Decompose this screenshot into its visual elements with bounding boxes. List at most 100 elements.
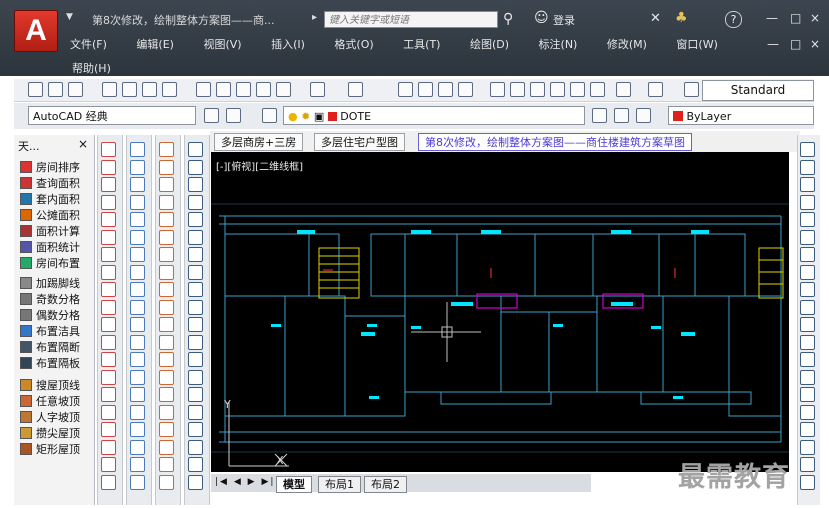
toolbar-1-tool-icon[interactable]	[101, 387, 116, 402]
side-item-partition[interactable]: 布置隔断	[20, 340, 80, 356]
tab-doc-3[interactable]: 第8次修改，绘制整体方案图——商住楼建筑方案草图	[418, 133, 692, 151]
toolbar-2-tool-icon[interactable]	[130, 194, 145, 210]
modify-tool-icon[interactable]	[800, 404, 815, 420]
next-layout-icon[interactable]: ▶	[248, 477, 257, 487]
modify-tool-icon[interactable]	[800, 352, 815, 367]
3d-dwf-icon[interactable]	[162, 82, 177, 97]
menu-modify[interactable]: 修改(M)	[607, 38, 647, 51]
workspace-icon[interactable]	[226, 108, 241, 123]
toolbar-4-tool-icon[interactable]	[188, 159, 203, 175]
toolbar-2-tool-icon[interactable]	[130, 369, 145, 385]
toolbar-3-tool-icon[interactable]	[159, 194, 174, 210]
make-current-layer-icon[interactable]	[592, 108, 607, 123]
toolbar-2-tool-icon[interactable]	[130, 317, 145, 332]
text-style-icon[interactable]	[684, 82, 699, 97]
toolbar-2-tool-icon[interactable]	[130, 422, 145, 437]
menu-view[interactable]: 视图(V)	[203, 38, 241, 51]
layer-previous-icon[interactable]	[614, 108, 629, 123]
toolbar-3-tool-icon[interactable]	[159, 212, 174, 227]
toolbar-2-tool-icon[interactable]	[130, 212, 145, 227]
toolbar-4-tool-icon[interactable]	[188, 177, 203, 192]
properties-icon[interactable]	[490, 82, 505, 97]
block-editor-icon[interactable]	[276, 82, 291, 97]
user-icon[interactable]: ☺	[534, 10, 549, 26]
modify-tool-icon[interactable]	[800, 317, 815, 332]
copy-icon[interactable]	[216, 82, 231, 97]
match-properties-icon[interactable]	[256, 82, 271, 97]
menu-window[interactable]: 窗口(W)	[676, 38, 717, 51]
toolbar-1-tool-icon[interactable]	[101, 317, 116, 332]
layer-select[interactable]: ● ✹ ▣ DOTE	[283, 106, 585, 125]
panel-close-button[interactable]: ×	[78, 137, 88, 151]
maximize-button[interactable]: □	[790, 11, 801, 25]
side-item-pyramid-roof[interactable]: 攒尖屋顶	[20, 426, 80, 442]
modify-tool-icon[interactable]	[800, 264, 815, 280]
markup-icon[interactable]	[570, 82, 585, 97]
toolbar-4-tool-icon[interactable]	[188, 439, 203, 455]
minimize-button[interactable]: —	[766, 11, 778, 25]
toolbar-2-tool-icon[interactable]	[130, 177, 145, 192]
print-icon[interactable]	[102, 82, 117, 97]
toolbar-1-tool-icon[interactable]	[101, 439, 116, 455]
modify-tool-icon[interactable]	[800, 142, 815, 157]
pan-icon[interactable]	[398, 82, 413, 97]
binoculars-icon[interactable]: ⚲	[503, 11, 515, 27]
toolbar-2-tool-icon[interactable]	[130, 334, 145, 350]
application-menu-button[interactable]: A	[14, 10, 58, 52]
toolbar-2-tool-icon[interactable]	[130, 159, 145, 175]
toolbar-3-tool-icon[interactable]	[159, 317, 174, 332]
cut-icon[interactable]	[196, 82, 211, 97]
toolbar-2-tool-icon[interactable]	[130, 142, 145, 157]
color-select[interactable]: ByLayer	[668, 106, 814, 125]
toolbar-3-tool-icon[interactable]	[159, 282, 174, 297]
toolbar-4-tool-icon[interactable]	[188, 317, 203, 332]
modify-tool-icon[interactable]	[800, 177, 815, 192]
menu-tools[interactable]: 工具(T)	[403, 38, 440, 51]
side-item-partition-board[interactable]: 布置隔板	[20, 356, 80, 372]
save-icon[interactable]	[68, 82, 83, 97]
toolbar-4-tool-icon[interactable]	[188, 404, 203, 420]
toolbar-3-tool-icon[interactable]	[159, 299, 174, 315]
zoom-realtime-icon[interactable]	[418, 82, 433, 97]
tool-palettes-icon[interactable]	[530, 82, 545, 97]
viewport-label[interactable]: [-][俯视][二维线框]	[216, 158, 303, 173]
open-icon[interactable]	[48, 82, 63, 97]
toolbar-1-tool-icon[interactable]	[101, 334, 116, 350]
workspace-settings-icon[interactable]	[204, 108, 219, 123]
toolbar-1-tool-icon[interactable]	[101, 404, 116, 420]
toolbar-1-tool-icon[interactable]	[101, 194, 116, 210]
side-item-odd-grid[interactable]: 奇数分格	[20, 292, 80, 308]
side-item-roof-line[interactable]: 搜屋顶线	[20, 378, 80, 394]
search-input[interactable]: 键入关键字或短语	[324, 11, 498, 28]
menu-draw[interactable]: 绘图(D)	[470, 38, 509, 51]
toolbar-3-tool-icon[interactable]	[159, 404, 174, 420]
undo-icon[interactable]	[310, 82, 325, 97]
layer-state-icon[interactable]	[636, 108, 651, 123]
modify-tool-icon[interactable]	[800, 439, 815, 455]
toolbar-2-tool-icon[interactable]	[130, 404, 145, 420]
autodesk-app-icon[interactable]: ♣	[675, 10, 688, 26]
toolbar-3-tool-icon[interactable]	[159, 474, 174, 490]
modify-tool-icon[interactable]	[800, 212, 815, 227]
toolbar-3-tool-icon[interactable]	[159, 247, 174, 262]
modify-tool-icon[interactable]	[800, 422, 815, 437]
toolbar-4-tool-icon[interactable]	[188, 387, 203, 402]
toolbar-1-tool-icon[interactable]	[101, 474, 116, 490]
doc-restore-button[interactable]: □	[790, 37, 801, 51]
toolbar-2-tool-icon[interactable]	[130, 474, 145, 490]
modify-tool-icon[interactable]	[800, 387, 815, 402]
prev-layout-icon[interactable]: ◀	[234, 477, 243, 487]
workspace-select[interactable]: AutoCAD 经典	[28, 106, 196, 125]
toolbar-3-tool-icon[interactable]	[159, 387, 174, 402]
toolbar-1-tool-icon[interactable]	[101, 264, 116, 280]
toolbar-1-tool-icon[interactable]	[101, 177, 116, 192]
login-button[interactable]: 登录	[553, 12, 575, 28]
tab-layout-1[interactable]: 布局1	[318, 476, 361, 493]
toolbar-2-tool-icon[interactable]	[130, 387, 145, 402]
doc-minimize-button[interactable]: —	[767, 37, 779, 51]
toolbar-1-tool-icon[interactable]	[101, 247, 116, 262]
side-item-fixtures[interactable]: 布置洁具	[20, 324, 80, 340]
toolbar-1-tool-icon[interactable]	[101, 299, 116, 315]
tab-model[interactable]: 模型	[276, 476, 312, 493]
toolbar-2-tool-icon[interactable]	[130, 229, 145, 245]
